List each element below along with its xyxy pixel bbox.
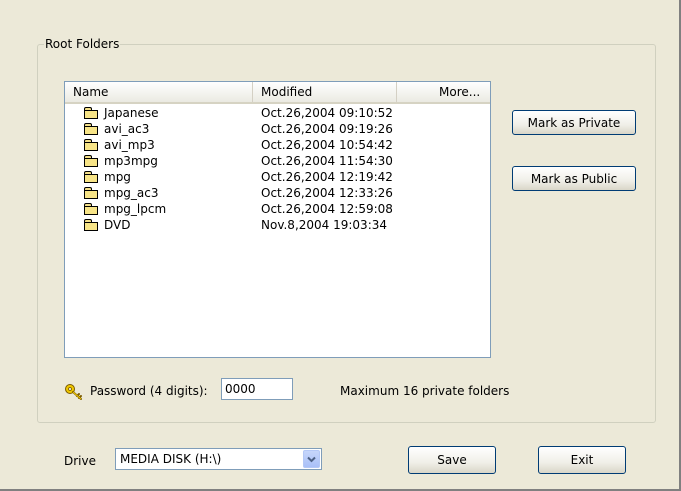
folder-modified: Oct.26,2004 10:54:42 <box>261 138 393 152</box>
folder-icon <box>84 155 99 167</box>
folder-name-cell: avi_ac3 <box>84 121 149 137</box>
list-item[interactable]: mp3mpg Oct.26,2004 11:54:30 <box>65 153 490 169</box>
folder-list[interactable]: Name Modified More... Japanese Oct.26,200… <box>64 81 491 358</box>
folder-name: mpg_lpcm <box>104 202 167 216</box>
save-button[interactable]: Save <box>408 446 496 474</box>
folder-modified: Oct.26,2004 09:10:52 <box>261 106 393 120</box>
key-icon <box>65 384 82 400</box>
root-folders-legend: Root Folders <box>44 37 121 51</box>
folder-name-cell: Japanese <box>84 105 159 121</box>
list-item[interactable]: mpg_lpcm Oct.26,2004 12:59:08 <box>65 201 490 217</box>
folder-name: mp3mpg <box>104 154 158 168</box>
password-label: Password (4 digits): <box>90 384 208 398</box>
list-header: Name Modified More... <box>65 82 490 104</box>
folder-icon <box>84 203 99 215</box>
list-item[interactable]: DVD Nov.8,2004 19:03:34 <box>65 217 490 233</box>
folder-name-cell: avi_mp3 <box>84 137 155 153</box>
folder-modified: Oct.26,2004 12:33:26 <box>261 186 393 200</box>
folder-modified: Oct.26,2004 09:19:26 <box>261 122 393 136</box>
folder-icon <box>84 123 99 135</box>
folder-name: mpg_ac3 <box>104 186 159 200</box>
column-header-modified[interactable]: Modified <box>253 82 397 102</box>
folder-icon <box>84 139 99 151</box>
folder-modified: Oct.26,2004 11:54:30 <box>261 154 393 168</box>
exit-button[interactable]: Exit <box>538 446 626 474</box>
folder-name-cell: mpg_ac3 <box>84 185 159 201</box>
folder-icon <box>84 107 99 119</box>
folder-name-cell: mpg <box>84 169 131 185</box>
folder-icon <box>84 187 99 199</box>
mark-as-private-button[interactable]: Mark as Private <box>512 110 636 135</box>
list-item[interactable]: mpg_ac3 Oct.26,2004 12:33:26 <box>65 185 490 201</box>
list-item[interactable]: avi_ac3 Oct.26,2004 09:19:26 <box>65 121 490 137</box>
drive-select-value: MEDIA DISK (H:\) <box>120 452 222 466</box>
list-item[interactable]: Japanese Oct.26,2004 09:10:52 <box>65 105 490 121</box>
folder-icon <box>84 219 99 231</box>
folder-icon <box>84 171 99 183</box>
mark-as-public-button[interactable]: Mark as Public <box>512 166 636 191</box>
column-header-more[interactable]: More... <box>397 82 490 102</box>
folder-name: mpg <box>104 170 131 184</box>
folder-name: avi_ac3 <box>104 122 150 136</box>
folder-name-cell: mpg_lpcm <box>84 201 166 217</box>
list-item[interactable]: mpg Oct.26,2004 12:19:42 <box>65 169 490 185</box>
folder-name-cell: mp3mpg <box>84 153 158 169</box>
list-item[interactable]: avi_mp3 Oct.26,2004 10:54:42 <box>65 137 490 153</box>
folder-name: DVD <box>104 218 131 232</box>
column-header-name[interactable]: Name <box>65 82 253 102</box>
drive-label: Drive <box>64 454 96 468</box>
drive-select[interactable]: MEDIA DISK (H:\) <box>115 448 322 470</box>
max-private-note: Maximum 16 private folders <box>340 384 510 398</box>
folder-name-cell: DVD <box>84 217 130 233</box>
folder-modified: Nov.8,2004 19:03:34 <box>261 218 387 232</box>
password-input[interactable] <box>221 378 293 400</box>
folder-name: Japanese <box>104 106 159 120</box>
folder-modified: Oct.26,2004 12:59:08 <box>261 202 393 216</box>
chevron-down-icon[interactable] <box>303 450 320 468</box>
folder-name: avi_mp3 <box>104 138 155 152</box>
folder-modified: Oct.26,2004 12:19:42 <box>261 170 393 184</box>
